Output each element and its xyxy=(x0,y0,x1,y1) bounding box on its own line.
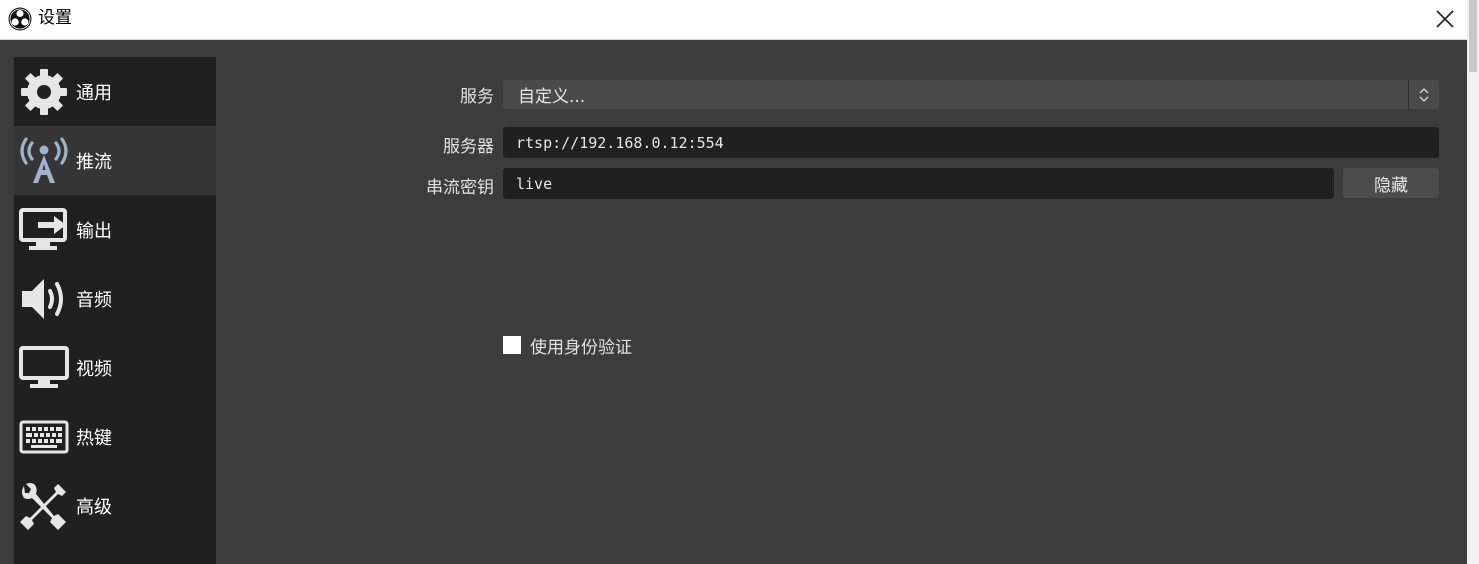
sidebar-item-label: 热键 xyxy=(76,427,112,449)
wrench-screwdriver-icon xyxy=(20,482,66,530)
keyboard-icon xyxy=(19,420,69,453)
sidebar-item-label: 高级 xyxy=(76,496,112,518)
sidebar-item-label: 音频 xyxy=(76,289,112,311)
server-input[interactable]: rtsp://192.168.0.12:554 xyxy=(503,127,1439,158)
service-value: 自定义... xyxy=(518,87,586,107)
stream-key-value: live xyxy=(516,174,553,193)
broadcast-antenna-icon xyxy=(20,136,68,183)
sidebar-item-output[interactable]: 输出 xyxy=(14,195,216,264)
sidebar-item-hotkeys[interactable]: 热键 xyxy=(14,402,216,471)
scrollbar-thumb[interactable] xyxy=(1469,0,1477,72)
use-auth-checkbox[interactable] xyxy=(503,336,521,354)
sidebar-item-label: 推流 xyxy=(76,151,112,173)
settings-sidebar: 通用 推流 输出 音频 视频 热键 高级 xyxy=(14,57,216,564)
sidebar-item-label: 通用 xyxy=(76,82,112,104)
gear-icon xyxy=(21,68,67,115)
hide-key-button[interactable]: 隐藏 xyxy=(1343,168,1439,198)
service-select[interactable]: 自定义... xyxy=(503,80,1439,109)
settings-content: 通用 推流 输出 音频 视频 热键 高级 服务 自定义... 服务器 rtsp:… xyxy=(0,40,1467,564)
title-bar: 设置 xyxy=(0,0,1479,40)
output-monitor-icon xyxy=(19,207,67,250)
server-value: rtsp://192.168.0.12:554 xyxy=(516,133,724,152)
sidebar-item-general[interactable]: 通用 xyxy=(14,57,216,126)
sidebar-item-video[interactable]: 视频 xyxy=(14,333,216,402)
sidebar-item-audio[interactable]: 音频 xyxy=(14,264,216,333)
scrollbar-track[interactable] xyxy=(1467,0,1479,564)
speaker-icon xyxy=(22,278,63,319)
service-label: 服务 xyxy=(460,87,494,107)
use-auth-option[interactable]: 使用身份验证 xyxy=(503,334,632,358)
sidebar-item-label: 视频 xyxy=(76,358,112,380)
stream-key-label: 串流密钥 xyxy=(426,178,494,198)
use-auth-label: 使用身份验证 xyxy=(530,337,632,358)
updown-chevron-icon xyxy=(1408,80,1439,109)
sidebar-item-advanced[interactable]: 高级 xyxy=(14,471,216,540)
stream-key-input[interactable]: live xyxy=(503,168,1334,199)
close-icon xyxy=(1436,10,1454,28)
sidebar-item-label: 输出 xyxy=(76,220,112,242)
close-button[interactable] xyxy=(1426,0,1464,38)
sidebar-item-stream[interactable]: 推流 xyxy=(14,126,216,195)
obs-logo-icon xyxy=(8,7,32,31)
window-title: 设置 xyxy=(38,8,72,28)
server-label: 服务器 xyxy=(443,137,494,157)
monitor-icon xyxy=(19,345,69,388)
